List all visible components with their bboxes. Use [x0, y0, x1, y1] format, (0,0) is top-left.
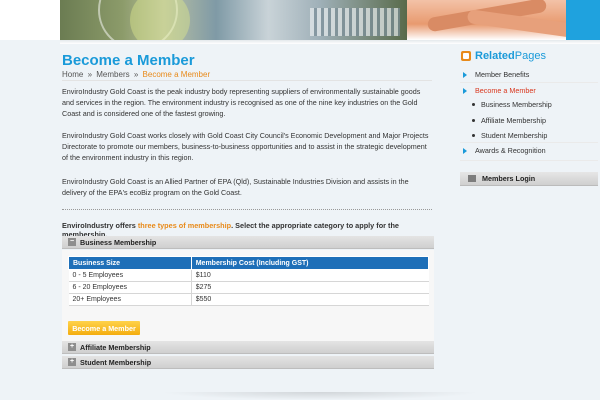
table-header-business-size: Business Size: [68, 256, 192, 270]
breadcrumb-separator: »: [133, 70, 139, 79]
accordion-business-membership[interactable]: − Business Membership: [62, 236, 434, 249]
breadcrumb-current: Become a Member: [142, 70, 211, 79]
page-title: Become a Member: [62, 52, 195, 69]
table-row: 6 - 20 Employees $275: [68, 281, 429, 294]
sidebar-divider: [460, 160, 598, 161]
sidebar-divider: [460, 82, 598, 83]
accordion-label: Business Membership: [80, 237, 157, 247]
expand-icon: +: [68, 358, 76, 366]
bullet-icon: [472, 134, 475, 137]
membership-cost-table: Business Size Membership Cost (Including…: [68, 256, 430, 306]
sidebar-item-label: Affiliate Membership: [481, 116, 546, 125]
arrow-right-icon: [463, 87, 467, 94]
sidebar-divider: [460, 142, 598, 143]
sidebar-item-student-membership[interactable]: Student Membership: [472, 131, 547, 140]
table-cell-size: 20+ Employees: [68, 293, 192, 306]
become-a-member-button[interactable]: Become a Member: [68, 321, 140, 335]
header-banner-image: [60, 0, 407, 40]
expand-icon: +: [68, 343, 76, 351]
arrow-right-icon: [463, 147, 467, 154]
banner-circle-highlight: [130, 0, 190, 40]
breadcrumb-home-link[interactable]: Home: [62, 70, 83, 79]
sidebar-item-awards-recognition[interactable]: Awards & Recognition: [463, 146, 546, 155]
table-cell-cost: $110: [191, 269, 429, 282]
table-cell-size: 0 - 5 Employees: [68, 269, 192, 282]
table-cell-size: 6 - 20 Employees: [68, 281, 192, 294]
footer-shadow: [160, 392, 480, 400]
breadcrumb-separator: »: [87, 70, 93, 79]
related-pages-icon: [461, 51, 471, 61]
sidebar-item-label: Member Benefits: [475, 70, 530, 79]
accordion-label: Student Membership: [80, 357, 152, 367]
table-row: 0 - 5 Employees $110: [68, 269, 429, 282]
related-title-a: Related: [475, 50, 515, 62]
login-icon: [468, 175, 476, 182]
table-row: 20+ Employees $550: [68, 293, 429, 306]
banner-shadow: [60, 40, 600, 44]
sidebar-item-label: Student Membership: [481, 131, 548, 140]
table-header-membership-cost: Membership Cost (Including GST): [190, 256, 430, 270]
divider: [62, 80, 432, 81]
council-paragraph: EnviroIndustry Gold Coast works closely …: [62, 131, 429, 162]
sidebar-item-label: Become a Member: [475, 86, 536, 95]
members-login-bar[interactable]: Members Login: [460, 172, 598, 186]
sidebar-item-label: Awards & Recognition: [475, 146, 546, 155]
intro-paragraph: EnviroIndustry Gold Coast is the peak in…: [62, 87, 421, 118]
related-pages-title: Related Pages: [460, 50, 546, 62]
collapse-icon: −: [68, 238, 76, 246]
offer-prefix: EnviroIndustry offers: [62, 221, 138, 230]
members-login-label: Members Login: [482, 174, 536, 183]
bullet-icon: [472, 119, 475, 122]
accordion-affiliate-membership[interactable]: + Affiliate Membership: [62, 341, 434, 354]
table-header-row: Business Size Membership Cost (Including…: [68, 256, 430, 270]
sidebar-item-label: Business Membership: [481, 100, 552, 109]
banner-blue-strip: [566, 0, 600, 40]
accordion-label: Affiliate Membership: [80, 342, 151, 352]
related-title-b: Pages: [514, 50, 546, 62]
sidebar-item-become-a-member[interactable]: Become a Member: [463, 86, 536, 95]
epa-paragraph: EnviroIndustry Gold Coast is an Allied P…: [62, 177, 409, 197]
table-cell-cost: $275: [191, 281, 429, 294]
table-cell-cost: $550: [191, 293, 429, 306]
arrow-right-icon: [463, 71, 467, 78]
banner-marina-image: [310, 8, 400, 36]
accordion-student-membership[interactable]: + Student Membership: [62, 356, 434, 369]
breadcrumb-members-link[interactable]: Members: [96, 70, 129, 79]
dotted-divider: [62, 209, 432, 210]
header-hands-image: [407, 0, 600, 40]
sidebar-item-affiliate-membership[interactable]: Affiliate Membership: [472, 116, 546, 125]
breadcrumb: Home » Members » Become a Member: [62, 70, 210, 79]
bullet-icon: [472, 103, 475, 106]
sidebar-item-business-membership[interactable]: Business Membership: [472, 100, 552, 109]
offer-highlight: three types of membership: [137, 221, 232, 230]
sidebar-item-member-benefits[interactable]: Member Benefits: [463, 70, 529, 79]
